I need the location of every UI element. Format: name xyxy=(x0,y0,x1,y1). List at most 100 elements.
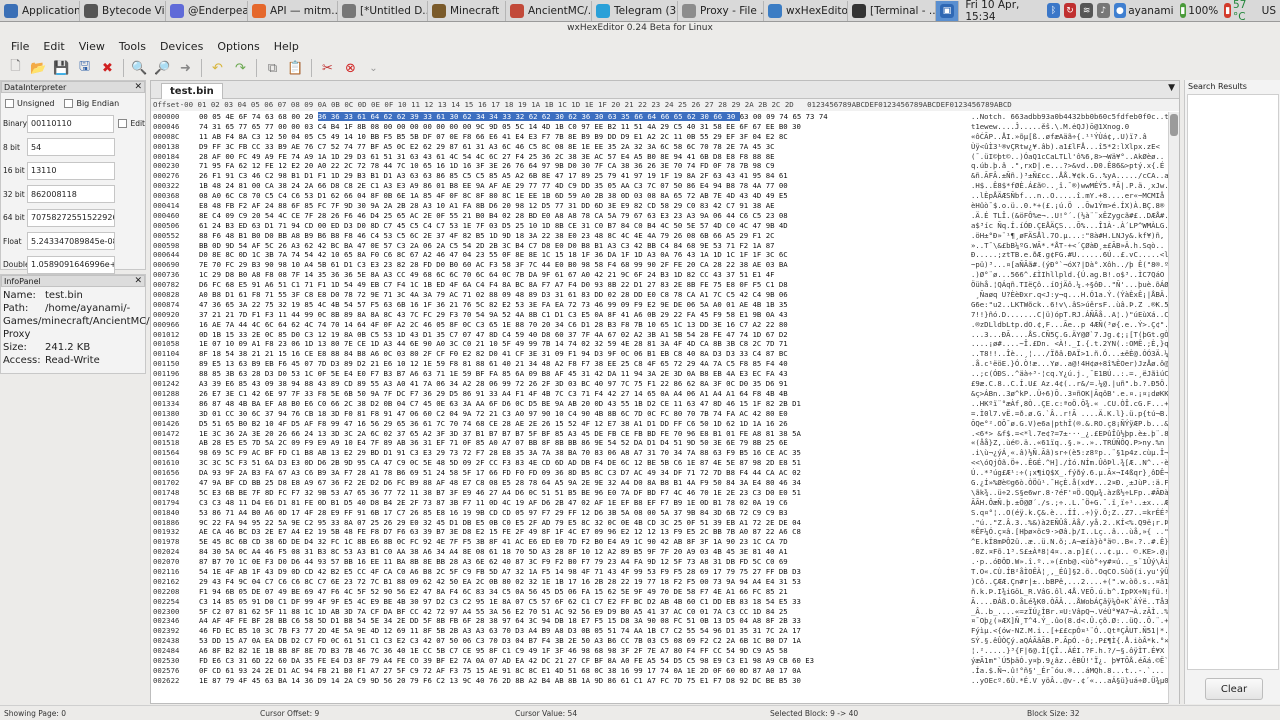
row-text[interactable]: Ú..*³úg£Æ¹:÷(¡x¶iQ$X_.fýðý.6.µ.Ã×¬I4ßqr}… xyxy=(971,468,1169,478)
hex-byte[interactable]: 34 xyxy=(475,112,490,121)
hex-byte[interactable]: 65 xyxy=(673,112,687,121)
undo-icon[interactable]: ↶ xyxy=(208,58,228,78)
hex-row[interactable]: 002622 1E 87 79 4F 45 63 BA 14 36 D9 14 2… xyxy=(151,676,1169,686)
hex-byte[interactable]: 33 xyxy=(344,112,358,121)
row-text[interactable]: &ñ.ÃFÂ.±Ññ.)³±Ñ£cc..ÅÅ.¥¢k.G..%yA...../c… xyxy=(971,171,1169,181)
row-text[interactable]: .öH±°Ð»¨¹¶¸øFÄSÅl.7O.µ...:"8à#H.LNJy&.kf… xyxy=(971,231,1169,241)
hex-byte[interactable]: 62 xyxy=(462,112,476,121)
row-text[interactable]: £9æ.C.8..C.Í.U£ Az.4¢(..r&/=.¼@.|uñ".b.?… xyxy=(971,379,1169,389)
16bit-value-field[interactable]: 13110 xyxy=(27,161,115,180)
hex-row[interactable]: 00008C 11 AB F4 8A C3 12 50 04 05 C5 49 1… xyxy=(151,132,1169,142)
row-hex-bytes[interactable]: 1B 48 24 81 00 CA 38 24 2A 66 D8 C8 2E C… xyxy=(199,181,971,191)
row-text[interactable]: G.¿Í»%Øè©g6ò.ÒÖü¹.¯HçÈ.å(xd¥...2¤Ð.¸±JùP… xyxy=(971,478,1169,488)
row-text[interactable]: q.úb.þ.â .",rxD|.e...?>&vd..Ð0.Ê86&>ptý.… xyxy=(971,161,1169,171)
hex-byte[interactable]: 30 xyxy=(449,112,463,121)
row-hex-bytes[interactable]: 0D 1B 15 33 2E 0C 85 D0 C3 12 19 8A 0B C… xyxy=(199,330,971,340)
taskbar-app-button[interactable]: Applications xyxy=(0,0,80,21)
cut-icon[interactable]: ✂ xyxy=(318,58,338,78)
row-text[interactable]: T.O«.CÙ.ÍB²åÌOÊÀ¦¸,_Éû]§2.õ..OqCO.Sùõ(i.… xyxy=(971,567,1169,577)
row-text[interactable]: G6e:"u2..LKTWõck..6!v\.âS>úêrsF..ùâ.Þ.Z … xyxy=(971,300,1169,310)
row-hex-bytes[interactable]: 3C 3C 5C F3 51 6A D3 E3 0D D6 2B 9D 95 C… xyxy=(199,458,971,468)
hex-byte[interactable]: 20 xyxy=(305,112,318,121)
hex-row[interactable]: 002346 A4 AF 4F FE BF 28 BB C6 58 5D D1 B… xyxy=(151,616,1169,626)
row-text[interactable]: \ãk¾..ü÷2.S§e6wr.8·?éF'¤Ö.QQµ¾.àzß½÷LFp.… xyxy=(971,488,1169,498)
row-text[interactable]: t1ewew....Ĵ.....ěŝ.\.M.ėQJ)ō@1Xnog.0 xyxy=(971,122,1169,132)
hex-row[interactable]: 002208 F1 94 6B 05 DE 07 49 BE 69 47 F6 4… xyxy=(151,587,1169,597)
row-text[interactable]: ..Notch. 663adbb93a0b4432bb0b60c5fdfeb0f… xyxy=(971,112,1169,122)
hex-byte[interactable]: 66 xyxy=(713,112,727,121)
hex-byte[interactable]: 63 xyxy=(607,112,621,121)
row-text[interactable]: Ð.....;ztTB.e.ðÆ.g¢FG.#U......6Ú..£.vC..… xyxy=(971,250,1169,260)
active-window-button[interactable]: ▣ xyxy=(936,0,960,21)
hex-byte[interactable]: 34 xyxy=(489,112,503,121)
hex-row[interactable]: 002070 87 B7 70 1C 0E F3 D0 D6 44 93 57 B… xyxy=(151,557,1169,567)
hex-byte[interactable]: 62 xyxy=(383,112,397,121)
hex-row[interactable]: 001840 53 86 71 A4 B0 A6 0D 17 4F 28 E9 F… xyxy=(151,508,1169,518)
hex-byte[interactable]: 00 xyxy=(753,112,766,121)
hex-byte[interactable]: 09 xyxy=(766,112,779,121)
row-hex-bytes[interactable]: 89 E5 13 63 B9 EB F6 45 07 7D D3 89 D2 2… xyxy=(199,359,971,369)
hex-row[interactable]: 001242 A3 39 E6 85 43 09 38 94 88 43 89 C… xyxy=(151,379,1169,389)
row-hex-bytes[interactable]: 0F CD 61 93 24 2E D1 AC 94 FB 21 B0 F1 A… xyxy=(199,666,971,676)
row-text[interactable]: .Ä.É TLÎ.(&öFÔ%e¬..U!°´.(½à¨¨xÊZygcã#£..… xyxy=(971,211,1169,221)
hex-row[interactable]: 002024 84 30 5A 0C A4 46 F5 08 31 B3 8C 5… xyxy=(151,547,1169,557)
hex-byte[interactable]: 63 xyxy=(265,112,278,121)
user-icon[interactable]: ● xyxy=(1113,3,1127,18)
hex-row[interactable]: 000690 7E 70 FC 29 B3 90 98 10 A4 5B 61 D… xyxy=(151,260,1169,270)
panel-close-icon[interactable]: ✕ xyxy=(134,276,142,286)
row-text[interactable]: .Ía.$.Ñ¬.û!°ñ§'_Ér¯óu.®...áMQh.8...t..-.… xyxy=(971,666,1169,676)
clock[interactable]: Fri 10 Apr, 15:34 xyxy=(965,0,1039,23)
row-hex-bytes[interactable]: 5E 45 8C 6B CD 38 6D DE D4 32 FC 1C 8B E… xyxy=(199,537,971,547)
double-value-field[interactable]: 1.0589091646996e+165 xyxy=(27,255,115,274)
row-hex-bytes[interactable]: 28 AF 00 FC 49 A9 FE 74 A9 1A 1D 29 D3 6… xyxy=(199,152,971,162)
find-icon[interactable]: 🔍 xyxy=(130,58,150,78)
replace-icon[interactable]: 🔎 xyxy=(153,58,173,78)
hex-byte[interactable]: 62 xyxy=(396,112,410,121)
vertical-scrollbar[interactable] xyxy=(1168,112,1179,704)
row-text[interactable]: Öühå.¦QÁqñ.TIëÇô..íOjÄô.¼.÷§ôÐ.."Ñ'...þu… xyxy=(971,280,1169,290)
hex-row[interactable]: 001426 D5 51 65 B0 B2 10 4F D5 AF F8 99 4… xyxy=(151,419,1169,429)
hex-byte[interactable]: 63 xyxy=(740,112,753,121)
hex-row[interactable]: 000460 8E C4 09 C9 20 54 4C CE 7F 28 26 F… xyxy=(151,211,1169,221)
hex-byte[interactable]: 30 xyxy=(700,112,714,121)
row-hex-bytes[interactable]: A4 AF 4F FE BF 28 BB C6 58 5D D1 B8 54 5… xyxy=(199,616,971,626)
hex-row[interactable]: 001564 98 69 5C F9 AC BF FD C1 B8 AB 13 E… xyxy=(151,448,1169,458)
row-hex-bytes[interactable]: 88 85 3B 63 28 D3 D0 53 1C 0F 5E E4 E0 F… xyxy=(199,369,971,379)
hex-byte[interactable]: 36 xyxy=(330,112,345,121)
hex-byte[interactable]: 73 xyxy=(806,112,819,121)
save-as-icon[interactable]: 🖫 xyxy=(75,58,95,78)
64bit-value-field[interactable]: 7075827255152292662 xyxy=(27,208,115,227)
taskbar-app-button[interactable]: Proxy - File ... xyxy=(678,0,764,21)
hex-row[interactable]: 000414 E8 48 FB F2 AF 24 88 6F 85 FC 7F 9… xyxy=(151,201,1169,211)
hex-row[interactable]: 001058 1E 07 10 09 A1 F8 23 06 1D 13 80 7… xyxy=(151,339,1169,349)
clear-button[interactable]: Clear xyxy=(1205,678,1263,700)
hex-row[interactable]: 001472 1E 3C 36 2A 3E 20 26 66 24 13 3D 3… xyxy=(151,429,1169,439)
row-hex-bytes[interactable]: AE CA 46 BC D3 2E E7 A4 E2 19 5B 48 FE F… xyxy=(199,527,971,537)
edit-checkbox[interactable] xyxy=(118,119,128,129)
hex-row[interactable]: 000966 16 AE 7A 44 4C 6C 64 62 4C 74 70 1… xyxy=(151,320,1169,330)
row-hex-bytes[interactable]: D5 51 65 B0 B2 10 4F D5 AF F8 99 47 16 5… xyxy=(199,419,971,429)
row-text[interactable]: ÃÃH.ÔæÑ.þ.±Õ@Ø´./s.;÷..L.¯Ö+G.¯.ï¸ï÷¹..±… xyxy=(971,498,1169,508)
row-text[interactable]: ..T8!!..Îè..¸¦.../Ïðâ.ÐAÏ>1.ñ.Ó...±ëÈ@.Ó… xyxy=(971,349,1169,359)
row-hex-bytes[interactable]: BB 0D 9D 54 AF 5C 26 A3 62 42 BC BA 47 0… xyxy=(199,241,971,251)
hex-byte[interactable]: 64 xyxy=(370,112,384,121)
row-text[interactable]: ¦.².....}³{F|6@.Ì[ÇÎ..ÁÉI.?F.h.?/~§.ôÿÌT… xyxy=(971,646,1169,656)
row-text[interactable]: ..HKºï¨°æÀf,8Ò..ÇE.c:ªoÖ.Õ¾.« .CU.ÒÎ.cG.… xyxy=(971,399,1169,409)
row-hex-bytes[interactable]: 47 36 65 3A 22 75 32 19 85 4C 4B 54 57 F… xyxy=(199,300,971,310)
hex-row[interactable]: 002392 46 FD EC B5 10 3C 7B F3 77 2D 4E 5… xyxy=(151,626,1169,636)
row-hex-bytes[interactable]: 11 AB F4 8A C3 12 50 04 05 C5 49 14 10 B… xyxy=(199,132,971,142)
hex-row[interactable]: 000828 A0 B8 D1 61 F8 71 55 3F C8 E8 D0 7… xyxy=(151,290,1169,300)
menu-help[interactable]: Help xyxy=(267,40,306,53)
taskbar-app-button[interactable]: API — mitm... xyxy=(248,0,338,21)
row-hex-bytes[interactable]: 37 21 21 7D F1 F3 11 44 99 0C 8B 89 8A 8… xyxy=(199,310,971,320)
hex-byte[interactable]: 33 xyxy=(502,112,516,121)
hex-row[interactable]: 000874 47 36 65 3A 22 75 32 19 85 4C 4B 5… xyxy=(151,300,1169,310)
hex-byte[interactable]: 62 xyxy=(568,112,582,121)
username[interactable]: ayanami xyxy=(1128,5,1173,17)
row-hex-bytes[interactable]: F1 94 6B 05 DE 07 49 BE 69 47 F6 4C 5F 5… xyxy=(199,587,971,597)
hex-byte[interactable]: 36 xyxy=(317,112,331,121)
row-text[interactable]: ýæÃ1m"`Ú5þäÓ.y¤þ.9¿âz..­êBÜ!'Ï¿. þ¥TÕÅ.é… xyxy=(971,656,1169,666)
row-text[interactable]: «(åå}Z,.ùé©.ä..«61ïq..§.»..»..TRÚÑÔQ.P>n… xyxy=(971,438,1169,448)
row-text[interactable]: ¸Ñaøq U?ÈèÐxr.q<J:y¬q...H.Ó1a.Ý.(ÝàÈxÊ¡|… xyxy=(971,290,1169,300)
hex-row[interactable]: 000920 37 21 21 7D F1 F3 11 44 99 0C 8B 8… xyxy=(151,310,1169,320)
